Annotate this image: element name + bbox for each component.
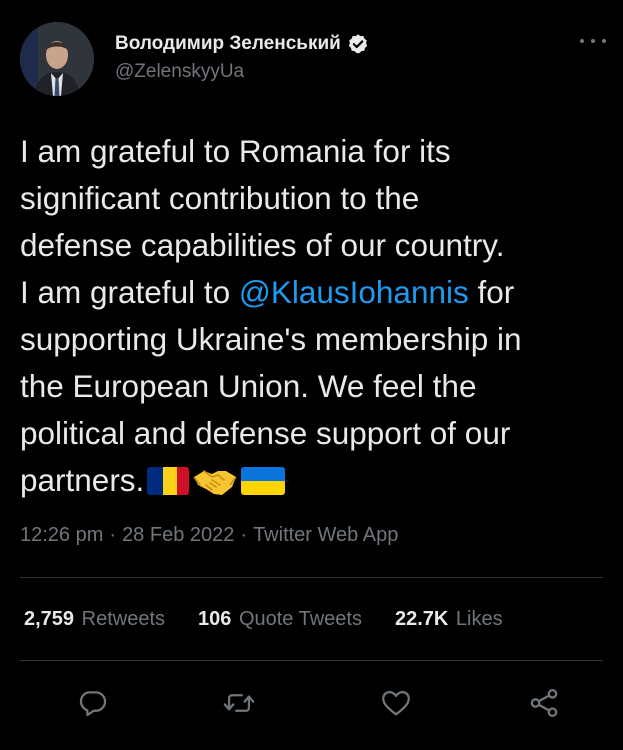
divider [20, 577, 603, 578]
reply-icon[interactable] [76, 686, 110, 720]
tweet-line: the European Union. We feel the [20, 368, 477, 404]
quote-tweets-count: 106 [198, 608, 232, 630]
handle[interactable]: @ZelenskyyUa [115, 61, 369, 83]
display-name[interactable]: Володимир Зеленський [115, 33, 341, 55]
flag-romania-icon [146, 463, 190, 510]
handshake-icon [192, 463, 238, 510]
retweets-count: 2,759 [24, 608, 75, 630]
verified-badge-icon [347, 33, 369, 55]
tweet-line: supporting Ukraine's membership in [20, 321, 522, 357]
mention-link[interactable]: @KlausIohannis [239, 274, 469, 310]
flag-ukraine-icon [240, 463, 286, 510]
tweet-actions [0, 686, 623, 720]
tweet: Володимир Зеленський @ZelenskyyUa I am g… [0, 0, 623, 750]
tweet-text: I am grateful to Romania for its signifi… [20, 128, 620, 510]
tweet-line: partners. [20, 457, 620, 510]
meta-separator: · [109, 524, 117, 546]
tweet-header: Володимир Зеленський @ZelenskyyUa [20, 22, 610, 98]
tweet-source[interactable]: Twitter Web App [253, 524, 398, 546]
quote-tweets-label: Quote Tweets [238, 608, 362, 630]
tweet-line: I am grateful to Romania for its [20, 133, 451, 169]
likes-label: Likes [455, 608, 503, 630]
share-icon[interactable] [527, 686, 561, 720]
likes-stat[interactable]: 22.7K Likes [395, 608, 503, 631]
tweet-time[interactable]: 12:26 pm [20, 524, 103, 546]
avatar[interactable] [20, 22, 94, 96]
tweet-line: defense capabilities of our country. [20, 227, 505, 263]
tweet-line: significant contribution to the [20, 180, 420, 216]
like-icon[interactable] [379, 686, 413, 720]
author-info: Володимир Зеленський @ZelenskyyUa [115, 31, 369, 83]
retweets-label: Retweets [81, 608, 165, 630]
quote-tweets-stat[interactable]: 106 Quote Tweets [198, 608, 362, 631]
meta-separator: · [240, 524, 248, 546]
likes-count: 22.7K [394, 608, 449, 630]
retweet-icon[interactable] [222, 686, 256, 720]
retweets-stat[interactable]: 2,759 Retweets [24, 608, 165, 631]
tweet-line: I am grateful to @KlausIohannis for [20, 274, 515, 310]
tweet-line: political and defense support of our [20, 415, 511, 451]
more-options-icon[interactable] [580, 34, 606, 48]
tweet-stats: 2,759 Retweets 106 Quote Tweets 22.7K Li… [24, 608, 536, 631]
divider [20, 660, 603, 661]
tweet-date[interactable]: 28 Feb 2022 [122, 524, 234, 546]
tweet-meta: 12:26 pm · 28 Feb 2022 · Twitter Web App [20, 524, 398, 547]
